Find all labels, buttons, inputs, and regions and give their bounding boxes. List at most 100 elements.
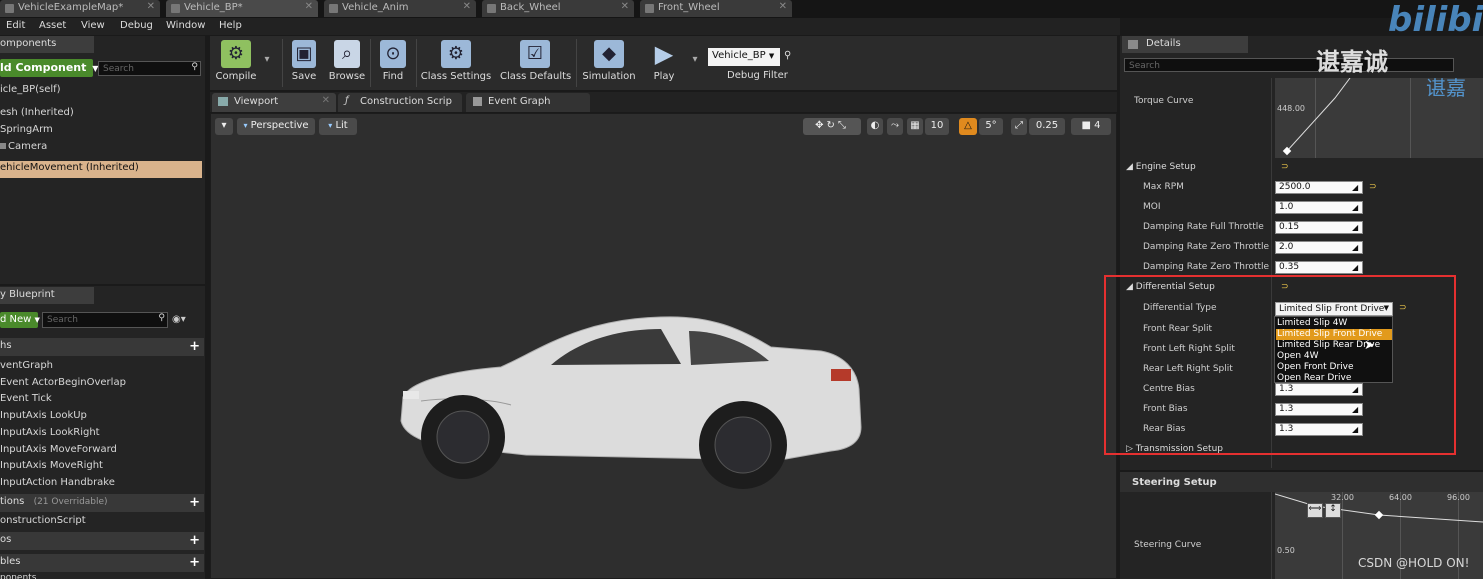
moi-input[interactable]: 1.0 ◢ <box>1275 201 1363 214</box>
transform-mode-group[interactable]: ✥↻⤡ <box>803 118 861 135</box>
viewport-options-dropdown[interactable]: ▾ <box>215 118 233 135</box>
browse-button[interactable]: ⌕ Browse <box>326 36 368 90</box>
menu-window[interactable]: Window <box>166 20 205 31</box>
add-graph-icon[interactable]: + <box>189 339 200 354</box>
graph-item[interactable]: InputAxis LookUp <box>0 410 87 421</box>
camera-icon <box>0 143 6 149</box>
reset-icon[interactable]: ⊃ <box>1281 162 1289 172</box>
camera-speed-value: 4 <box>1094 120 1101 131</box>
fit-horizontal-icon[interactable]: ⟺ <box>1307 503 1323 518</box>
menu-edit[interactable]: Edit <box>6 20 25 31</box>
fit-vertical-icon[interactable]: ↕ <box>1325 503 1341 518</box>
play-button[interactable]: ▶ Play <box>644 36 684 90</box>
compile-button[interactable]: ⚙ Compile <box>212 36 260 90</box>
viewport[interactable]: ▾ ▾ Perspective ▾ Lit ✥↻⤡ ◐ ⤳ ▦ 10 △ 5° … <box>210 113 1117 579</box>
menu-asset[interactable]: Asset <box>39 20 66 31</box>
tab-front-wheel[interactable]: Front_Wheel ✕ <box>640 0 792 17</box>
rotation-snap-value[interactable]: 5° <box>979 118 1003 135</box>
play-icon: ▶ <box>654 40 674 68</box>
moi-value: 1.0 <box>1279 202 1294 212</box>
watermark-csdn: CSDN @HOLD ON! <box>1358 556 1470 570</box>
close-icon[interactable]: ✕ <box>305 1 313 12</box>
construction-script-item[interactable]: onstructionScript <box>0 515 86 526</box>
tab-vehicle-bp[interactable]: Vehicle_BP* ✕ <box>166 0 318 17</box>
perspective-button[interactable]: ▾ Perspective <box>237 118 315 135</box>
compile-options-dropdown[interactable]: ▾ <box>260 36 274 90</box>
graph-item[interactable]: InputAxis LookRight <box>0 427 100 438</box>
graph-icon <box>473 97 482 106</box>
add-variable-icon[interactable]: + <box>189 555 200 570</box>
close-icon[interactable]: ✕ <box>463 1 471 12</box>
head-light <box>403 391 419 399</box>
eye-icon[interactable]: ◉▾ <box>172 314 186 325</box>
functions-header[interactable]: tions (21 Overridable) + <box>0 494 204 512</box>
tab-construction-script[interactable]: ƒ Construction Scrip <box>338 93 462 112</box>
close-icon[interactable]: ✕ <box>147 1 155 12</box>
debug-object-select[interactable]: Vehicle_BP ▼ <box>708 48 780 66</box>
play-options-dropdown[interactable]: ▾ <box>688 36 702 90</box>
menu-help[interactable]: Help <box>219 20 242 31</box>
max-rpm-input[interactable]: 2500.0 ◢ <box>1275 181 1363 194</box>
class-defaults-button[interactable]: ☑ Class Defaults <box>500 36 571 90</box>
details-search-input[interactable]: Search <box>1124 58 1454 72</box>
lit-button[interactable]: ▾ Lit <box>319 118 357 135</box>
close-icon[interactable]: ✕ <box>779 1 787 12</box>
close-icon[interactable]: ✕ <box>322 95 330 106</box>
tab-vehicle-anim[interactable]: Vehicle_Anim ✕ <box>324 0 476 17</box>
tab-event-graph[interactable]: Event Graph <box>466 93 590 112</box>
menu-debug[interactable]: Debug <box>120 20 153 31</box>
find-button[interactable]: ⊙ Find <box>374 36 412 90</box>
search-icon[interactable]: ⚲ <box>784 50 791 61</box>
torque-curve-label: Torque Curve <box>1134 96 1194 106</box>
add-component-button[interactable]: ld Component ▼ <box>0 59 98 77</box>
graph-item[interactable]: Event Tick <box>0 393 52 404</box>
add-macro-icon[interactable]: + <box>189 533 200 548</box>
close-icon[interactable]: ✕ <box>621 1 629 12</box>
damping-full-throttle-input[interactable]: 0.15 ◢ <box>1275 221 1363 234</box>
grid-snap-icon[interactable]: ▦ <box>907 118 923 135</box>
graph-item[interactable]: ventGraph <box>0 360 53 371</box>
graph-item[interactable]: Event ActorBeginOverlap <box>0 377 126 388</box>
variables-header[interactable]: bles + <box>0 554 204 572</box>
graph-item[interactable]: InputAction Handbrake <box>0 477 115 488</box>
graph-item[interactable]: InputAxis MoveForward <box>0 444 117 455</box>
surface-snap-icon[interactable]: ⤳ <box>887 118 903 135</box>
components-search-input[interactable]: Search ⚲ <box>98 61 201 76</box>
steering-setup-header[interactable]: Steering Setup <box>1120 470 1483 492</box>
graphs-header[interactable]: hs + <box>0 338 204 356</box>
save-button[interactable]: ▣ Save <box>286 36 322 90</box>
scale-snap-icon[interactable]: ⤢ <box>1011 118 1027 135</box>
component-self[interactable]: icle_BP(self) <box>0 84 61 95</box>
tab-viewport[interactable]: Viewport ✕ <box>212 93 336 112</box>
menu-view[interactable]: View <box>81 20 105 31</box>
expand-icon: ◢ <box>1352 263 1359 272</box>
damping-zero-throttle-disengaged-input[interactable]: 0.35 ◢ <box>1275 261 1363 274</box>
blueprint-icon <box>645 4 654 13</box>
toolbar-separator <box>576 39 577 87</box>
scale-snap-value[interactable]: 0.25 <box>1029 118 1065 135</box>
add-function-icon[interactable]: + <box>189 495 200 510</box>
tab-vehicle-example-map[interactable]: VehicleExampleMap* ✕ <box>0 0 160 17</box>
damping-zero-throttle-engaged-input[interactable]: 2.0 ◢ <box>1275 241 1363 254</box>
macros-header[interactable]: os + <box>0 532 204 550</box>
rotation-snap-icon[interactable]: △ <box>959 118 977 135</box>
tab-back-wheel[interactable]: Back_Wheel ✕ <box>482 0 634 17</box>
simulation-button[interactable]: ◆ Simulation <box>582 36 636 90</box>
tab-my-blueprint[interactable]: y Blueprint <box>0 287 94 304</box>
component-vehicle-movement[interactable]: ehicleMovement (Inherited) <box>0 161 202 178</box>
coordinate-space-icon[interactable]: ◐ <box>867 118 883 135</box>
add-new-button[interactable]: d New ▼ <box>0 312 40 328</box>
component-springarm[interactable]: SpringArm <box>0 124 53 135</box>
blueprint-search-input[interactable]: Search ⚲ <box>42 312 168 328</box>
reset-icon[interactable]: ⊃ <box>1369 182 1377 192</box>
class-settings-button[interactable]: ⚙ Class Settings <box>420 36 492 90</box>
graph-item[interactable]: InputAxis MoveRight <box>0 460 103 471</box>
grid-snap-value[interactable]: 10 <box>925 118 949 135</box>
engine-setup-header[interactable]: ◢ Engine Setup <box>1126 162 1196 172</box>
lit-label: Lit <box>335 120 348 131</box>
tab-components[interactable]: omponents <box>0 36 94 53</box>
component-mesh[interactable]: esh (Inherited) <box>0 107 74 118</box>
camera-speed-button[interactable]: ■ 4 <box>1071 118 1111 135</box>
component-camera[interactable]: Camera <box>0 141 47 152</box>
tab-details[interactable]: Details <box>1122 36 1248 53</box>
